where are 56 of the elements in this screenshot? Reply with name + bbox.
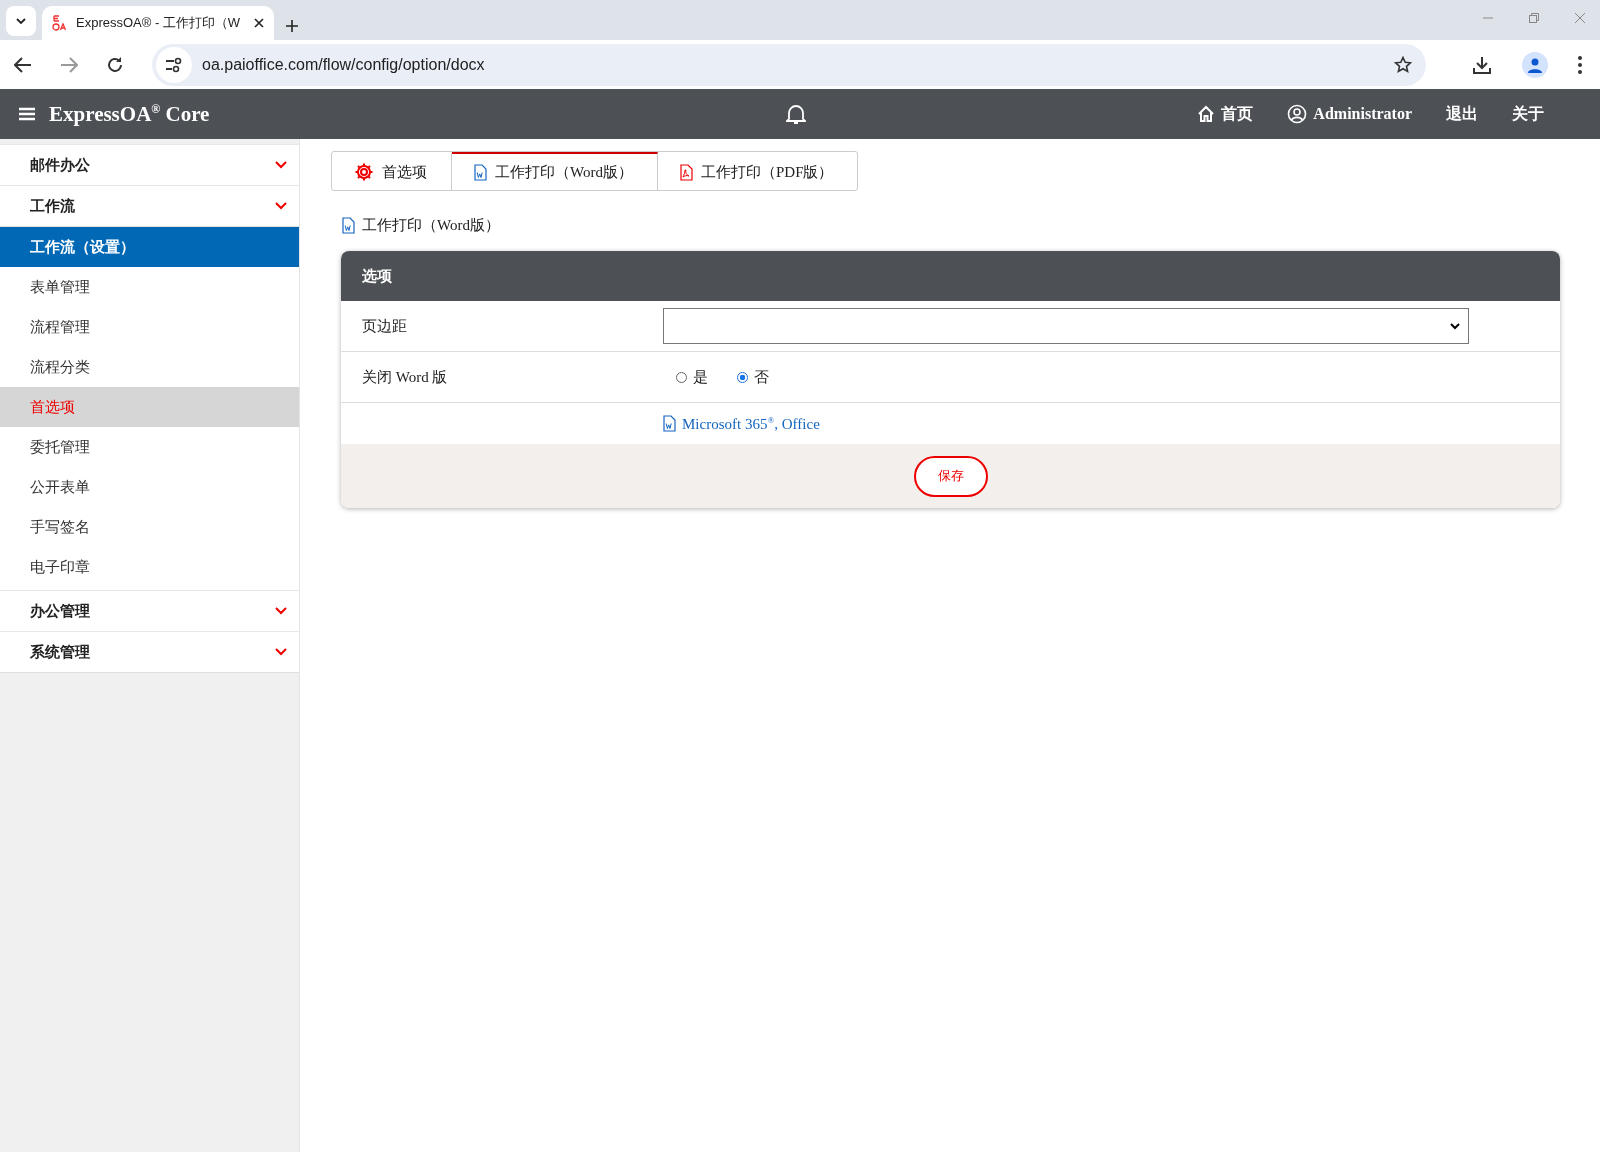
url-text: oa.paioffice.com/flow/config/option/docx [202,55,486,74]
radio-label: 是 [693,367,708,387]
address-bar[interactable]: oa.paioffice.com/flow/config/option/docx [152,43,1426,86]
reload-icon[interactable] [106,55,124,74]
field-label: 页边距 [361,316,408,336]
field-label: 关闭 Word 版 [361,367,449,387]
profile-avatar[interactable] [1522,51,1548,78]
select-field[interactable] [663,308,1469,344]
site-settings-icon[interactable] [165,56,183,73]
radio-label: 否 [754,367,769,387]
settings-icon [354,162,374,182]
chevron-down-icon [275,648,287,656]
back-arrow-icon[interactable] [14,56,32,73]
menu-section-heading[interactable]: 工作流（设置） [0,227,299,267]
menu-group-header[interactable]: 系统管理 [0,631,299,673]
nav-link[interactable]: Administrator [1287,104,1412,124]
menu-group-header[interactable]: 办公管理 [0,590,299,632]
nav-link[interactable]: 关于 [1512,103,1544,125]
new-tab-icon[interactable] [286,20,298,32]
user-icon [1287,104,1308,124]
word-document-icon [663,415,676,432]
radio-button[interactable] [737,371,748,383]
browser-tab[interactable]: ExpressOA® - 工作打印（W [42,6,274,40]
save-button[interactable]: 保存 [913,455,988,497]
close-icon[interactable] [254,18,264,28]
person-icon [1527,56,1543,73]
site-logo-icon [52,15,66,31]
page-title: 工作打印（Word版） [362,216,500,235]
chevron-down-icon [275,161,287,169]
chevron-down-icon [16,18,26,24]
panel-header: 选项 [341,251,1560,301]
nav-link[interactable]: 首页 [1197,103,1254,125]
home-icon [1197,105,1216,123]
caret-icon [1450,322,1460,330]
tab[interactable]: 首选项 [332,152,452,190]
tab-title: ExpressOA® - 工作打印（W [76,14,242,32]
tab-list-button[interactable] [6,6,36,36]
star-icon[interactable] [1394,55,1412,74]
menu-icon[interactable] [19,107,35,121]
app-logo-text: ExpressOA$^{®}$ Core [49,101,210,127]
nav-link[interactable]: 退出 [1446,103,1478,125]
restore-icon[interactable] [1528,12,1540,24]
forward-arrow-icon[interactable] [60,56,78,73]
link[interactable]: Microsoft 365$^{®}$, Office [663,414,820,433]
download-icon[interactable] [1472,54,1492,75]
menu-group-header[interactable]: 邮件办公 [0,144,299,186]
tab[interactable]: 工作打印（PDF版） [657,152,858,190]
notification-bell-icon[interactable] [786,103,806,125]
menu-group-header[interactable]: 工作流 [0,185,299,227]
chevron-down-icon [275,202,287,210]
word-document-icon [474,163,487,181]
tab[interactable]: 工作打印（Word版） [452,152,658,190]
chevron-down-icon [275,607,287,615]
pdf-document-icon [679,163,693,181]
more-menu-icon[interactable] [1578,55,1582,74]
word-document-icon [342,217,355,234]
